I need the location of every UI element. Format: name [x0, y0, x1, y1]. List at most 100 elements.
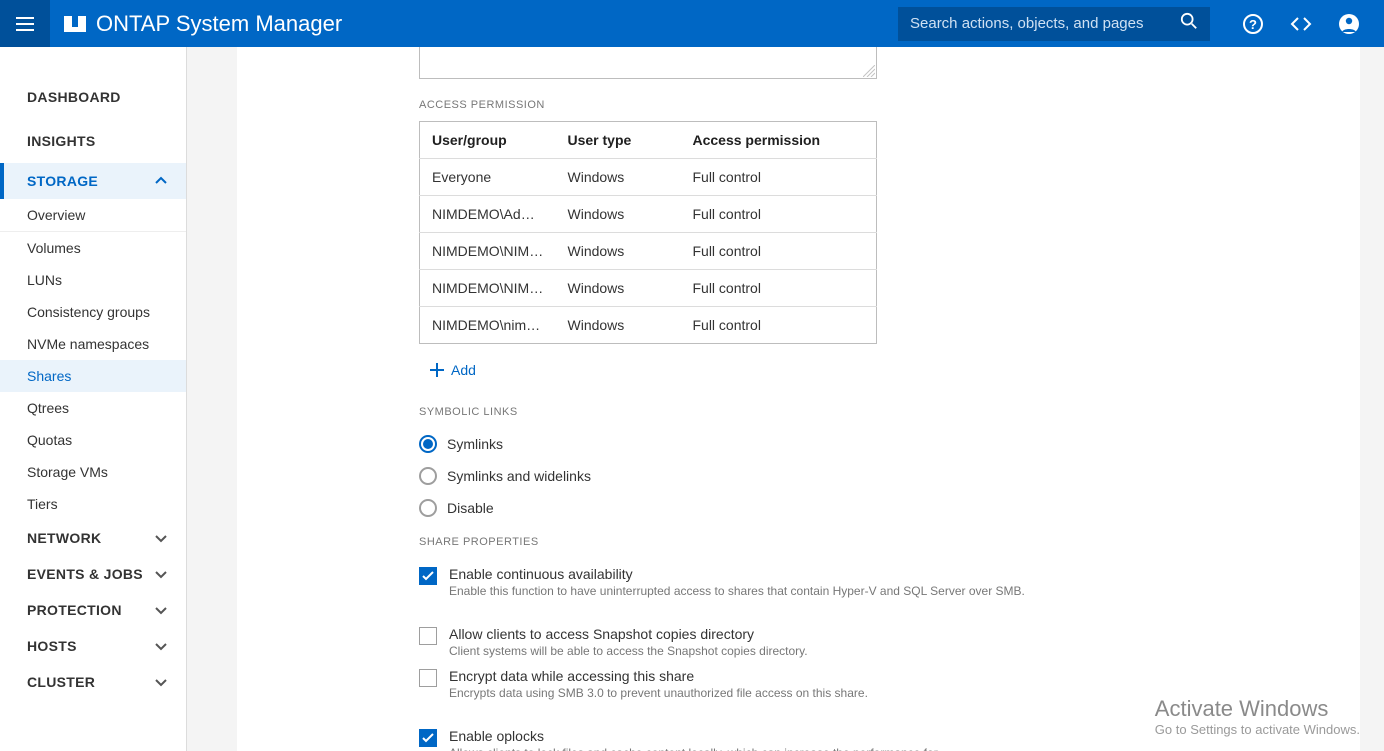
nav-insights[interactable]: INSIGHTS	[27, 119, 186, 163]
user-avatar-icon[interactable]	[1338, 13, 1360, 35]
chk-oplocks-hint: Allows clients to lock files and cache c…	[449, 744, 938, 751]
cell-ug: NIMDEMO\NIMH...	[420, 233, 556, 270]
chevron-up-icon	[154, 174, 168, 188]
cell-actions	[832, 196, 876, 233]
cell-actions	[832, 233, 876, 270]
nav-storage-nvme[interactable]: NVMe namespaces	[0, 328, 186, 360]
nav-events-label: EVENTS & JOBS	[27, 566, 143, 582]
nav-hosts-label: HOSTS	[27, 638, 77, 654]
global-search[interactable]	[898, 7, 1210, 41]
cell-ap: Full control	[680, 159, 832, 196]
nav-storage-sub: Overview Volumes LUNs Consistency groups…	[0, 199, 186, 520]
add-permission-button[interactable]: Add	[419, 356, 486, 384]
menu-toggle-button[interactable]	[0, 0, 50, 47]
cell-ug: NIMDEMO\nimhv...	[420, 307, 556, 344]
app-title: ONTAP System Manager	[96, 11, 342, 37]
netapp-logo-icon	[64, 13, 86, 35]
cell-ut: Windows	[556, 159, 681, 196]
help-icon[interactable]: ?	[1242, 13, 1264, 35]
table-row[interactable]: NIMDEMO\NIMH...WindowsFull control	[420, 270, 877, 307]
chevron-down-icon	[154, 603, 168, 617]
cell-ut: Windows	[556, 233, 681, 270]
nav-storage-qtrees[interactable]: Qtrees	[0, 392, 186, 424]
chk-enc-hint: Encrypts data using SMB 3.0 to prevent u…	[449, 684, 868, 700]
nav-cluster[interactable]: CLUSTER	[0, 664, 186, 700]
radio-symlinks-label: Symlinks	[447, 436, 503, 452]
col-access-permission: Access permission	[680, 122, 832, 159]
plus-icon	[429, 362, 445, 378]
api-icon[interactable]	[1290, 13, 1312, 35]
nav-storage-cg[interactable]: Consistency groups	[0, 296, 186, 328]
radio-icon	[419, 435, 437, 453]
nav-storage-volumes[interactable]: Volumes	[0, 232, 186, 264]
cell-ug: NIMDEMO\NIMH...	[420, 270, 556, 307]
chk-snap-hint: Client systems will be able to access th…	[449, 642, 808, 658]
search-icon[interactable]	[1180, 12, 1198, 35]
radio-symlinks[interactable]: Symlinks	[419, 428, 1360, 460]
cell-ap: Full control	[680, 233, 832, 270]
nav-dashboard[interactable]: DASHBOARD	[27, 75, 186, 119]
watermark-sub: Go to Settings to activate Windows.	[1155, 722, 1360, 737]
search-input[interactable]	[910, 15, 1180, 32]
nav-network-label: NETWORK	[27, 530, 101, 546]
cell-actions	[832, 270, 876, 307]
chevron-down-icon	[154, 567, 168, 581]
add-label: Add	[451, 362, 476, 378]
cell-ug: Everyone	[420, 159, 556, 196]
col-actions	[832, 122, 876, 159]
cell-ap: Full control	[680, 270, 832, 307]
top-bar: ONTAP System Manager ?	[0, 0, 1384, 47]
chevron-down-icon	[154, 639, 168, 653]
cell-ap: Full control	[680, 307, 832, 344]
col-user-group: User/group	[420, 122, 556, 159]
nav-storage-overview[interactable]: Overview	[0, 199, 186, 232]
svg-text:?: ?	[1249, 17, 1257, 32]
col-user-type: User type	[556, 122, 681, 159]
nav-storage-label: STORAGE	[27, 173, 98, 189]
radio-widelinks-label: Symlinks and widelinks	[447, 468, 591, 484]
nav-storage-quotas[interactable]: Quotas	[0, 424, 186, 456]
main-area: ACCESS PERMISSION User/group User type A…	[187, 47, 1384, 751]
checkbox-icon	[419, 627, 437, 645]
chevron-down-icon	[154, 675, 168, 689]
radio-disable-label: Disable	[447, 500, 494, 516]
nav-storage-svms[interactable]: Storage VMs	[0, 456, 186, 488]
nav-storage-luns[interactable]: LUNs	[0, 264, 186, 296]
nav-storage-shares[interactable]: Shares	[0, 360, 186, 392]
cell-ap: Full control	[680, 196, 832, 233]
chk-continuous-availability[interactable]: Enable continuous availabilityEnable thi…	[419, 558, 1360, 600]
symbolic-links-label: SYMBOLIC LINKS	[419, 406, 1360, 418]
access-permission-label: ACCESS PERMISSION	[419, 99, 1360, 111]
permission-table: User/group User type Access permission E…	[419, 121, 877, 344]
nav-network[interactable]: NETWORK	[0, 520, 186, 556]
table-row[interactable]: NIMDEMO\Admin...WindowsFull control	[420, 196, 877, 233]
windows-activation-watermark: Activate Windows Go to Settings to activ…	[1155, 696, 1360, 737]
table-row[interactable]: NIMDEMO\nimhv...WindowsFull control	[420, 307, 877, 344]
radio-symlinks-widelinks[interactable]: Symlinks and widelinks	[419, 460, 1360, 492]
nav-hosts[interactable]: HOSTS	[0, 628, 186, 664]
table-row[interactable]: NIMDEMO\NIMH...WindowsFull control	[420, 233, 877, 270]
nav-events[interactable]: EVENTS & JOBS	[0, 556, 186, 592]
sidebar: DASHBOARD INSIGHTS STORAGE Overview Volu…	[0, 47, 187, 751]
cell-actions	[832, 307, 876, 344]
checkbox-icon	[419, 729, 437, 747]
checkbox-icon	[419, 567, 437, 585]
radio-icon	[419, 467, 437, 485]
share-properties-label: SHARE PROPERTIES	[419, 536, 1360, 548]
top-actions: ?	[1210, 13, 1384, 35]
radio-disable[interactable]: Disable	[419, 492, 1360, 524]
chk-snapshot-access[interactable]: Allow clients to access Snapshot copies …	[419, 618, 1360, 660]
nav-protection-label: PROTECTION	[27, 602, 122, 618]
hamburger-icon	[16, 17, 34, 31]
table-row[interactable]: EveryoneWindowsFull control	[420, 159, 877, 196]
cell-ug: NIMDEMO\Admin...	[420, 196, 556, 233]
app-brand: ONTAP System Manager	[50, 11, 342, 37]
resize-handle-icon[interactable]	[863, 65, 875, 77]
cell-actions	[832, 159, 876, 196]
nav-protection[interactable]: PROTECTION	[0, 592, 186, 628]
nav-storage-tiers[interactable]: Tiers	[0, 488, 186, 520]
description-textarea[interactable]	[419, 47, 877, 79]
nav-storage[interactable]: STORAGE	[0, 163, 186, 199]
nav-cluster-label: CLUSTER	[27, 674, 95, 690]
cell-ut: Windows	[556, 270, 681, 307]
